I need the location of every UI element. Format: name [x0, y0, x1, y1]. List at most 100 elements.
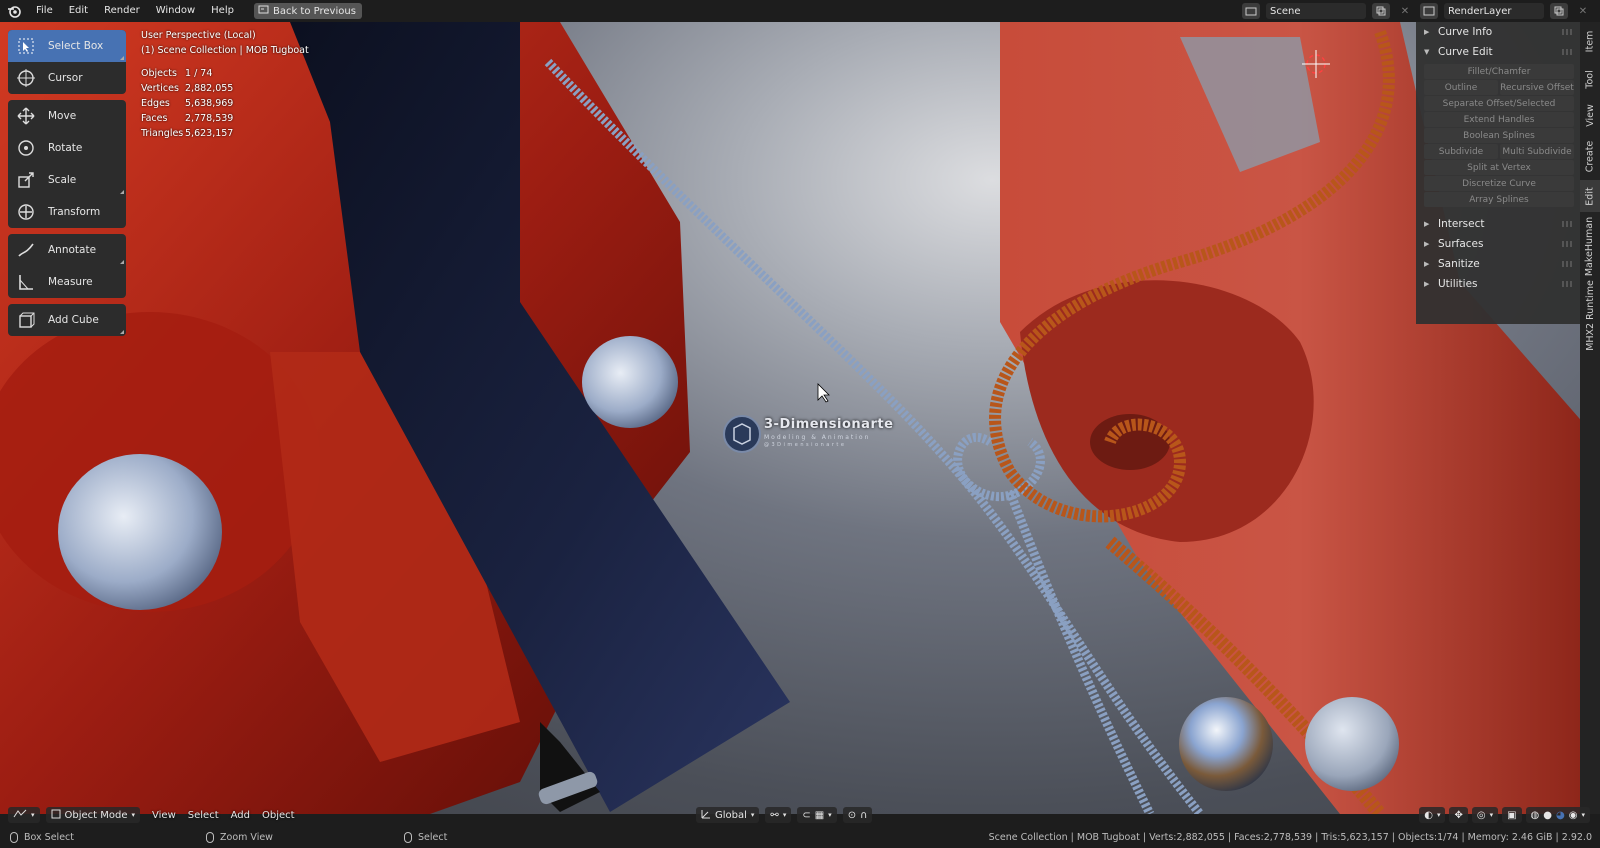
gizmo-toggle[interactable]: ✥: [1449, 807, 1468, 823]
view-layer-icon[interactable]: [1420, 3, 1438, 19]
tool-annotate[interactable]: Annotate: [8, 234, 126, 266]
panel-sanitize[interactable]: ▶ Sanitize: [1416, 254, 1580, 274]
header-menu-add[interactable]: Add: [225, 810, 256, 821]
tool-add-cube-label: Add Cube: [48, 314, 99, 326]
new-layer-icon[interactable]: [1550, 3, 1568, 19]
wireframe-shading-icon[interactable]: ◍: [1531, 810, 1540, 821]
tab-makehuman-label: MakeHuman: [1584, 216, 1596, 276]
tool-scale[interactable]: Scale: [8, 164, 126, 196]
stat-row: Triangles 5,623,157: [141, 126, 309, 141]
tool-scale-label: Scale: [48, 174, 77, 186]
proportional-edit-toggle[interactable]: ⊙ ∩: [842, 807, 873, 823]
tab-mhx2-runtime[interactable]: MHX2 Runtime: [1580, 280, 1600, 351]
menu-file[interactable]: File: [28, 0, 61, 22]
scene-field[interactable]: Scene: [1266, 3, 1366, 19]
menu-render[interactable]: Render: [96, 0, 148, 22]
recursive-offset-button[interactable]: Recursive Offset: [1500, 80, 1574, 95]
tab-create[interactable]: Create: [1580, 134, 1600, 178]
tool-select-box[interactable]: Select Box: [8, 30, 126, 62]
menu-help[interactable]: Help: [203, 0, 242, 22]
multi-subdivide-button[interactable]: Multi Subdivide: [1500, 144, 1574, 159]
discretize-curve-button[interactable]: Discretize Curve: [1424, 176, 1574, 191]
material-shading-icon[interactable]: ◕: [1556, 810, 1565, 821]
tool-cursor[interactable]: Cursor: [8, 62, 126, 94]
panel-curve-edit[interactable]: ▼ Curve Edit: [1416, 42, 1580, 62]
status-box-select: Box Select: [24, 831, 74, 843]
panel-curve-info[interactable]: ▶ Curve Info: [1416, 22, 1580, 42]
tool-rotate[interactable]: Rotate: [8, 132, 126, 164]
header-menu-object[interactable]: Object: [256, 810, 301, 821]
stat-key: Vertices: [141, 83, 179, 94]
status-right-action: Select: [404, 831, 447, 843]
extend-handles-button[interactable]: Extend Handles: [1424, 112, 1574, 127]
visibility-selector[interactable]: ◐ ▾: [1419, 807, 1446, 823]
panel-intersect-label: Intersect: [1438, 218, 1485, 230]
drag-grip-icon[interactable]: [1562, 49, 1574, 55]
orientation-icon: [701, 809, 711, 822]
outline-button[interactable]: Outline: [1424, 80, 1498, 95]
tab-view[interactable]: View: [1580, 98, 1600, 132]
editor-type-button[interactable]: ▾: [8, 807, 40, 823]
tool-add-cube[interactable]: Add Cube: [8, 304, 126, 336]
tab-edit[interactable]: Edit: [1580, 180, 1600, 212]
watermark-handle: @3Dimensionarte: [764, 442, 847, 448]
stat-key: Objects: [141, 68, 177, 79]
hdri-chrome-sphere: [1179, 697, 1273, 791]
solid-shading-icon[interactable]: ●: [1543, 810, 1552, 821]
pivot-point-button[interactable]: ⚯ ▾: [765, 807, 792, 823]
eye-icon: ◐: [1424, 809, 1433, 821]
tool-measure[interactable]: Measure: [8, 266, 126, 298]
menu-edit[interactable]: Edit: [61, 0, 96, 22]
scene-selector-icon[interactable]: [1242, 3, 1260, 19]
overlays-toggle[interactable]: ◎ ▾: [1471, 807, 1499, 823]
stat-key: Edges: [141, 98, 170, 109]
fillet-chamfer-button[interactable]: Fillet/Chamfer: [1424, 64, 1574, 79]
boolean-splines-button[interactable]: Boolean Splines: [1424, 128, 1574, 143]
tool-measure-label: Measure: [48, 276, 93, 288]
tool-select-box-label: Select Box: [48, 40, 104, 52]
collapsed-arrow-icon: ▶: [1424, 28, 1430, 36]
header-menu-select[interactable]: Select: [182, 810, 225, 821]
delete-scene-icon[interactable]: ✕: [1396, 3, 1414, 19]
gizmo-icon: ✥: [1454, 809, 1463, 821]
shading-modes[interactable]: ◍ ● ◕ ◉ ▾: [1525, 807, 1590, 823]
drag-grip-icon[interactable]: [1562, 261, 1574, 267]
drag-grip-icon[interactable]: [1562, 281, 1574, 287]
status-scene-info: Scene Collection | MOB Tugboat | Verts:2…: [988, 831, 1592, 843]
3d-viewport[interactable]: 3-Dimensionarte Modeling & Animation @3D…: [0, 22, 1600, 814]
new-scene-icon[interactable]: [1372, 3, 1390, 19]
render-layer-field[interactable]: RenderLayer: [1444, 3, 1544, 19]
snap-toggle[interactable]: ⊂ ▦ ▾: [797, 807, 837, 823]
header-menu-view[interactable]: View: [146, 810, 182, 821]
panel-intersect[interactable]: ▶ Intersect: [1416, 214, 1580, 234]
menu-window[interactable]: Window: [148, 0, 203, 22]
panel-utilities[interactable]: ▶ Utilities: [1416, 274, 1580, 294]
orientation-selector[interactable]: Global ▾: [696, 807, 760, 823]
tab-tool[interactable]: Tool: [1580, 62, 1600, 96]
blender-logo-icon[interactable]: [0, 0, 28, 22]
panel-surfaces[interactable]: ▶ Surfaces: [1416, 234, 1580, 254]
split-at-vertex-button[interactable]: Split at Vertex: [1424, 160, 1574, 175]
stat-row: Vertices 2,882,055: [141, 81, 309, 96]
falloff-curve-icon: ∩: [860, 809, 868, 821]
panel-utilities-label: Utilities: [1438, 278, 1478, 290]
drag-grip-icon[interactable]: [1562, 241, 1574, 247]
subdivide-button[interactable]: Subdivide: [1424, 144, 1498, 159]
tab-makehuman[interactable]: MakeHuman: [1580, 214, 1600, 278]
delete-layer-icon[interactable]: ✕: [1574, 3, 1592, 19]
xray-toggle[interactable]: ▣: [1502, 807, 1522, 823]
array-splines-button[interactable]: Array Splines: [1424, 192, 1574, 207]
sidebar-panel: ▶ Curve Info ▼ Curve Edit Fillet/Chamfer O…: [1416, 22, 1580, 324]
tool-transform[interactable]: Transform: [8, 196, 126, 228]
rendered-shading-icon[interactable]: ◉: [1569, 810, 1578, 821]
editor-type-icon: [13, 809, 27, 822]
tool-move[interactable]: Move: [8, 100, 126, 132]
mode-selector[interactable]: Object Mode ▾: [45, 807, 141, 823]
drag-grip-icon[interactable]: [1562, 221, 1574, 227]
drag-grip-icon[interactable]: [1562, 29, 1574, 35]
back-to-previous-button[interactable]: Back to Previous: [253, 3, 362, 19]
mouse-pointer-icon: [817, 383, 830, 403]
proportional-edit-icon: ⊙: [847, 809, 857, 821]
separate-offset-button[interactable]: Separate Offset/Selected: [1424, 96, 1574, 111]
tab-item[interactable]: Item: [1580, 24, 1600, 58]
